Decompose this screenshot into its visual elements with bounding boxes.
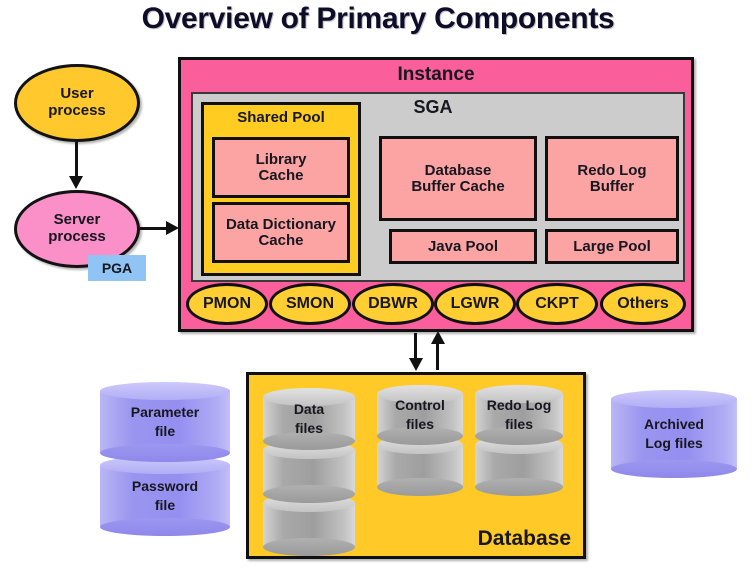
data-dictionary-cache-label-line1: Data Dictionary — [225, 215, 337, 233]
library-cache-box[interactable]: Library Cache — [212, 137, 350, 198]
data-dictionary-cache-box[interactable]: Data Dictionary Cache — [212, 202, 350, 263]
user-process-label-line1: User — [60, 85, 94, 103]
background-process-smon-label: SMON — [286, 295, 334, 313]
database-label: Database — [477, 526, 571, 550]
parameter-file-label-line1: Parameter — [130, 404, 200, 421]
library-cache-label-line2: Cache — [258, 166, 304, 184]
redo-log-files-cylinder-1[interactable]: Redo Log files — [475, 385, 563, 445]
password-file-label-line1: Password — [131, 478, 199, 495]
server-process-label-line1: Server — [53, 211, 101, 229]
sga-container[interactable]: SGA Shared Pool Library Cache Data Dicti… — [191, 92, 685, 282]
parameter-file-cylinder[interactable]: Parameter file — [100, 382, 230, 462]
database-buffer-cache-box[interactable]: Database Buffer Cache — [379, 136, 537, 221]
arrow-database-to-instance-shaft — [436, 340, 439, 370]
archived-log-files-label-line2: Log files — [645, 435, 703, 451]
redo-log-buffer-label-line1: Redo Log — [577, 161, 647, 179]
server-process-label-line2: process — [48, 228, 106, 245]
instance-label: Instance — [397, 64, 475, 85]
cylinder-bottom — [611, 460, 737, 478]
password-file-cylinder[interactable]: Password file — [100, 456, 230, 536]
large-pool-box[interactable]: Large Pool — [545, 229, 679, 264]
arrow-user-to-server-head — [69, 176, 83, 189]
data-files-cylinder-3[interactable] — [263, 494, 355, 556]
data-files-cylinder-1[interactable]: Data files — [263, 388, 355, 450]
password-file-label-line2: file — [154, 497, 176, 513]
database-buffer-cache-label-line2: Buffer Cache — [411, 177, 505, 195]
background-process-smon[interactable]: SMON — [269, 283, 351, 325]
control-files-label: Control files — [377, 396, 463, 434]
control-files-label-line1: Control — [395, 397, 445, 414]
redo-log-files-label-line2: files — [504, 416, 533, 432]
shared-pool-label: Shared Pool — [237, 109, 325, 126]
arrow-instance-to-database-head — [409, 358, 423, 371]
cylinder-top — [100, 382, 230, 400]
library-cache-label: Library Cache — [255, 150, 307, 184]
archived-log-files-label: Archived Log files — [611, 415, 737, 453]
redo-log-buffer-label: Redo Log Buffer — [577, 161, 647, 195]
page-title: Overview of Primary Components — [141, 2, 615, 35]
large-pool-label: Large Pool — [573, 237, 651, 255]
diagram-canvas: Overview of Primary Components User proc… — [0, 0, 756, 574]
background-process-lgwr-label: LGWR — [450, 295, 500, 313]
redo-log-buffer-box[interactable]: Redo Log Buffer — [545, 136, 679, 221]
background-process-ckpt-label: CKPT — [535, 295, 579, 313]
control-files-cylinder-1[interactable]: Control files — [377, 385, 463, 445]
sga-label: SGA — [413, 97, 453, 117]
archived-log-files-label-line1: Archived — [644, 416, 704, 433]
background-process-dbwr[interactable]: DBWR — [352, 283, 434, 325]
data-files-label-line2: files — [294, 420, 323, 436]
cylinder-bottom — [377, 478, 463, 496]
library-cache-label-line1: Library — [255, 150, 307, 168]
server-process-label: Server process — [48, 211, 106, 246]
java-pool-label: Java Pool — [427, 237, 499, 255]
background-process-lgwr[interactable]: LGWR — [434, 283, 516, 325]
cylinder-bottom — [100, 444, 230, 462]
background-process-ckpt[interactable]: CKPT — [516, 283, 598, 325]
control-files-cylinder-2[interactable] — [377, 436, 463, 496]
archived-log-files-cylinder[interactable]: Archived Log files — [611, 390, 737, 478]
parameter-file-label: Parameter file — [100, 403, 230, 441]
cylinder-top — [611, 390, 737, 408]
cylinder-bottom — [475, 478, 563, 496]
database-buffer-cache-label: Database Buffer Cache — [411, 161, 505, 195]
redo-log-files-cylinder-2[interactable] — [475, 436, 563, 496]
pga-label: PGA — [101, 259, 133, 276]
background-process-others-label: Others — [617, 295, 669, 313]
background-process-dbwr-label: DBWR — [368, 295, 418, 313]
arrow-database-to-instance-head — [431, 331, 445, 344]
cylinder-bottom — [263, 538, 355, 556]
database-container[interactable]: Database Data files Control files Redo L… — [246, 372, 586, 559]
background-process-others[interactable]: Others — [600, 283, 686, 325]
user-process-node[interactable]: User process — [14, 64, 140, 142]
parameter-file-label-line2: file — [154, 423, 176, 439]
cylinder-bottom — [100, 518, 230, 536]
data-files-cylinder-2[interactable] — [263, 441, 355, 503]
redo-log-files-label-line1: Redo Log — [486, 397, 552, 414]
background-process-pmon-label: PMON — [203, 295, 251, 313]
cylinder-bottom — [263, 485, 355, 503]
java-pool-box[interactable]: Java Pool — [389, 229, 537, 264]
background-process-pmon[interactable]: PMON — [186, 283, 268, 325]
data-files-label-line1: Data — [293, 401, 325, 418]
data-dictionary-cache-label-line2: Cache — [258, 231, 304, 249]
redo-log-files-label: Redo Log files — [475, 396, 563, 434]
data-dictionary-cache-label: Data Dictionary Cache — [225, 215, 337, 249]
control-files-label-line2: files — [405, 416, 434, 432]
database-buffer-cache-label-line1: Database — [424, 161, 492, 179]
shared-pool-container[interactable]: Shared Pool Library Cache Data Dictionar… — [201, 102, 361, 276]
password-file-label: Password file — [100, 477, 230, 515]
user-process-label-line2: process — [48, 102, 106, 119]
user-process-label: User process — [48, 85, 106, 120]
redo-log-buffer-label-line2: Buffer — [589, 177, 635, 195]
pga-box[interactable]: PGA — [88, 255, 146, 281]
arrow-user-to-server-shaft — [75, 142, 78, 178]
data-files-label: Data files — [263, 400, 355, 438]
